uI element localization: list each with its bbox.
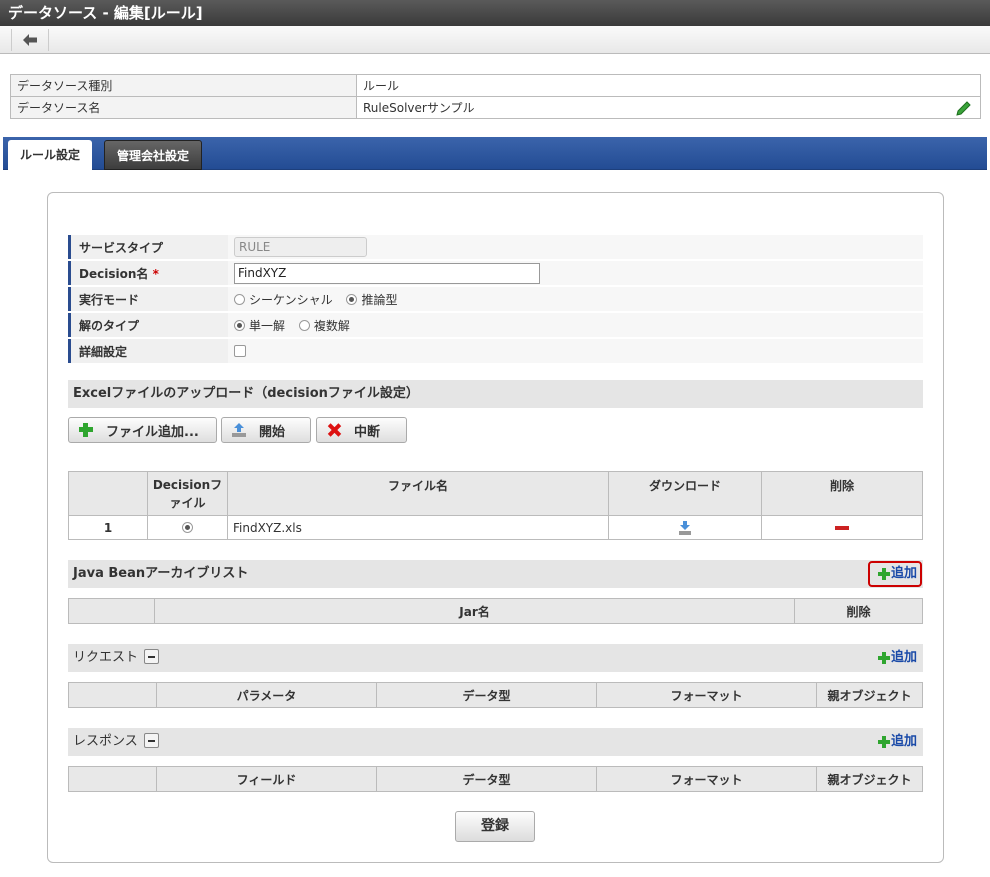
upload-icon [231,422,247,438]
execution-mode-label: 実行モード [68,287,228,311]
plus-icon [877,568,890,580]
arrow-left-icon [23,34,37,46]
response-table: フィールド データ型 フォーマット 親オブジェクト [68,766,923,792]
service-type-label: サービスタイプ [68,235,228,259]
window-title: データソース - 編集[ルール] [0,0,990,26]
solution-multiple-radio[interactable] [298,319,310,331]
tab-bar: ルール設定 管理会社設定 [3,137,987,171]
table-row: 1 FindXYZ.xls [68,515,923,540]
response-field-header: フィールド [156,766,377,792]
start-upload-button[interactable]: 開始 [221,417,311,443]
response-format-header: フォーマット [596,766,817,792]
toolbar [0,26,990,54]
request-param-header: パラメータ [156,682,377,708]
excel-upload-section: Excelファイルのアップロード（decisionファイル設定） [68,380,923,408]
stop-upload-button[interactable]: 中断 [316,417,407,443]
tab-company-settings[interactable]: 管理会社設定 [104,140,203,170]
response-datatype-header: データ型 [376,766,597,792]
filename-header: ファイル名 [227,471,609,516]
filename-cell: FindXYZ.xls [227,515,609,540]
decision-name-input[interactable]: FindXYZ [234,262,540,284]
plus-icon [877,736,890,748]
jar-delete-header: 削除 [794,598,923,624]
response-add-link[interactable]: 追加 [877,728,917,756]
download-icon[interactable] [678,520,692,536]
response-add-label: 追加 [890,734,917,749]
request-section: リクエスト 追加 [68,644,923,672]
jar-row-header [68,598,155,624]
cancel-icon [326,422,342,438]
solution-single-radio[interactable] [234,319,245,331]
mode-sequential-label: シーケンシャル [249,292,333,307]
decision-name-label: Decision名 * [68,261,228,285]
datasource-name-label: データソース名 [10,96,357,119]
service-type-field: RULE [234,237,367,257]
rule-settings-panel: サービスタイプ RULE Decision名 * FindXYZ 実行モード シ… [47,192,944,863]
detail-settings-checkbox[interactable] [234,345,246,357]
response-row-header [68,766,157,792]
javabean-title: Java Beanアーカイブリスト [73,566,249,581]
decision-file-header: Decisionフ ァイル [147,471,228,516]
tab-rule-settings[interactable]: ルール設定 [8,140,93,171]
collapse-response-button[interactable] [143,733,159,748]
add-file-label: ファイル追加... [106,424,199,440]
pencil-icon[interactable] [956,100,972,116]
download-header: ダウンロード [608,471,762,516]
plus-icon [877,652,890,664]
solution-single-label: 単一解 [249,318,286,333]
rule-form: サービスタイプ RULE Decision名 * FindXYZ 実行モード シ… [68,233,923,365]
request-add-link[interactable]: 追加 [877,644,917,672]
plus-icon [78,422,94,438]
request-row-header [68,682,157,708]
decision-file-table: Decisionフ ァイル ファイル名 ダウンロード 削除 1 FindXYZ.… [68,471,923,540]
delete-header: 削除 [761,471,923,516]
detail-settings-label: 詳細設定 [68,339,228,363]
solution-multiple-label: 複数解 [313,318,350,333]
collapse-request-button[interactable] [144,649,160,664]
row-number: 1 [68,515,148,540]
datasource-info-table: データソース種別 ルール データソース名 RuleSolverサンプル [10,74,981,119]
jar-table: Jar名 削除 [68,598,923,624]
row-number-header [68,471,148,516]
request-datatype-header: データ型 [376,682,597,708]
solution-type-label: 解のタイプ [68,313,228,337]
javabean-add-label: 追加 [890,566,917,581]
back-button[interactable] [11,29,49,51]
stop-label: 中断 [354,424,381,440]
datasource-name-cell: RuleSolverサンプル [356,96,981,119]
jar-name-header: Jar名 [154,598,795,624]
response-title: レスポンス [73,734,138,749]
decision-file-header-line1: Decisionフ [152,477,223,492]
datasource-name-value: RuleSolverサンプル [363,101,475,115]
mode-sequential-radio[interactable] [234,293,245,305]
register-button[interactable]: 登録 [455,811,535,842]
mode-inference-radio[interactable] [346,293,358,305]
add-file-button[interactable]: ファイル追加... [68,417,217,443]
request-title: リクエスト [73,650,139,665]
decision-file-header-line2: ァイル [169,495,206,510]
required-mark: * [152,266,159,281]
decision-file-radio[interactable] [182,521,193,533]
delete-icon[interactable] [835,526,849,530]
decision-name-label-text: Decision名 [79,266,149,281]
response-parent-header: 親オブジェクト [816,766,923,792]
request-table: パラメータ データ型 フォーマット 親オブジェクト [68,682,923,708]
javabean-add-link[interactable]: 追加 [867,561,922,587]
datasource-type-label: データソース種別 [10,74,357,97]
datasource-type-value: ルール [356,74,981,97]
request-parent-header: 親オブジェクト [816,682,923,708]
mode-inference-label: 推論型 [361,292,398,307]
request-format-header: フォーマット [596,682,817,708]
javabean-section: Java Beanアーカイブリスト 追加 [68,560,923,588]
request-add-label: 追加 [890,650,917,665]
response-section: レスポンス 追加 [68,728,923,756]
start-label: 開始 [259,424,286,440]
